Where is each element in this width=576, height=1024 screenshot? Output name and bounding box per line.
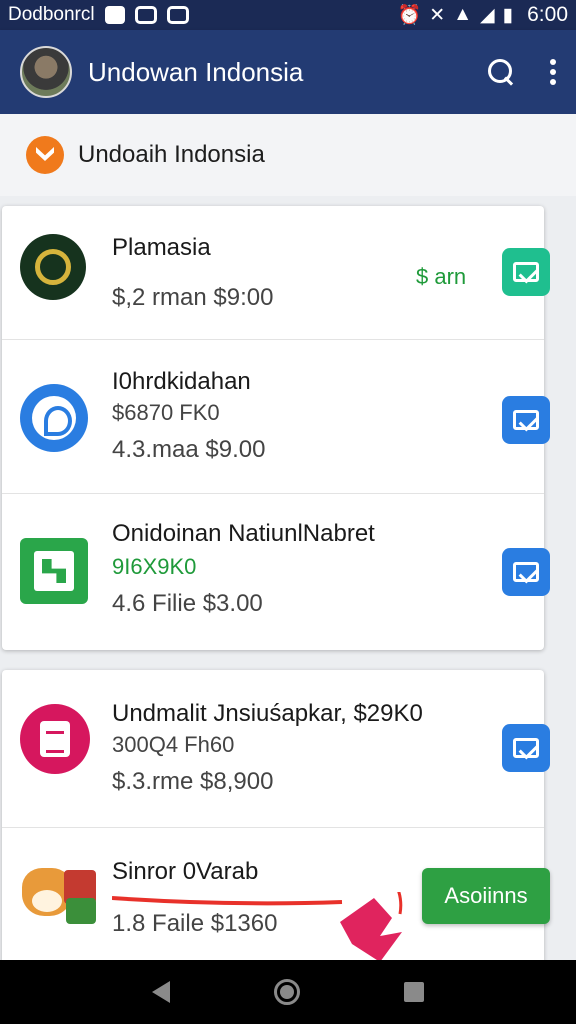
app-title: Undowan Indonsia <box>88 56 304 87</box>
section-title: Undoaih Indonsia <box>78 141 265 168</box>
notification-icon <box>104 6 125 24</box>
open-button[interactable] <box>502 724 550 772</box>
open-icon <box>513 410 539 430</box>
open-icon <box>513 738 539 758</box>
search-icon[interactable] <box>486 57 516 87</box>
app-bar: Undowan Indonsia <box>0 30 576 114</box>
list-item[interactable]: Plamasia $,2 rman $9:00 $ arn <box>2 206 550 340</box>
open-button[interactable] <box>502 548 550 596</box>
list-item[interactable]: Sinror 0Varab 1.8 Faile $1360 Asoiinns <box>2 828 550 970</box>
item-meta: 4.6 Filie $3.00 <box>112 590 263 617</box>
item-meta: $,2 rman $9:00 <box>112 284 274 311</box>
item-subtitle: 300Q4 Fh60 <box>112 732 235 757</box>
item-title: Undmalit Jnsiuśapkar, $29K0 <box>112 700 423 727</box>
list-item[interactable]: I0hrdkidahan $6870 FK0 4.3.maa $9.00 <box>2 340 550 494</box>
clock: 6:00 <box>527 3 568 26</box>
back-icon[interactable] <box>152 981 170 1003</box>
action-button[interactable]: Asoiinns <box>422 868 550 924</box>
navigation-bar <box>0 960 576 1024</box>
app-icon <box>20 704 90 774</box>
open-button[interactable] <box>502 248 550 296</box>
item-meta: 4.3.maa $9.00 <box>112 436 266 463</box>
message-icon <box>166 6 189 24</box>
battery-icon: ▮ <box>502 4 514 26</box>
more-options-icon[interactable] <box>550 59 556 85</box>
open-icon <box>513 562 539 582</box>
item-subtitle: $6870 FK0 <box>112 400 220 425</box>
wifi-icon: ▲ <box>453 4 473 25</box>
item-meta: 1.8 Faile $1360 <box>112 910 278 937</box>
brand-logo-icon <box>26 136 64 174</box>
status-bar: Dodbonrcl ⏰ ✕ ▲ ◢ ▮ 6:00 <box>0 0 576 30</box>
alarm-icon: ⏰ <box>397 5 422 26</box>
app-icon <box>20 384 90 454</box>
recents-icon[interactable] <box>404 982 424 1002</box>
app-icon <box>20 234 90 304</box>
item-title: Onidoinan NatiunlNabret <box>112 520 375 547</box>
carrier-label: Dodbonrcl <box>8 4 95 25</box>
mail-icon <box>134 6 157 24</box>
app-icon <box>20 538 90 608</box>
open-icon <box>513 262 539 282</box>
item-title: Sinror 0Varab <box>112 858 259 885</box>
home-icon[interactable] <box>274 979 300 1005</box>
section-header: Undoaih Indonsia <box>0 114 576 196</box>
open-button[interactable] <box>502 396 550 444</box>
bluetooth-icon: ✕ <box>429 4 446 26</box>
avatar[interactable] <box>20 46 72 98</box>
item-title: Plamasia <box>112 234 211 261</box>
list-item[interactable]: Undmalit Jnsiuśapkar, $29K0 300Q4 Fh60 $… <box>2 670 550 828</box>
list-item[interactable]: Onidoinan NatiunlNabret 9I6X9K0 4.6 Fili… <box>2 494 550 650</box>
signal-icon: ◢ <box>480 4 495 26</box>
fox-mascot-icon <box>20 858 96 928</box>
item-title: I0hrdkidahan <box>112 368 251 395</box>
list-card: Undmalit Jnsiuśapkar, $29K0 300Q4 Fh60 $… <box>2 670 550 970</box>
item-meta: $.3.rme $8,900 <box>112 768 274 795</box>
list-card: Plamasia $,2 rman $9:00 $ arn I0hrdkidah… <box>2 206 550 650</box>
item-price: $ arn <box>416 264 467 289</box>
item-subtitle: 9I6X9K0 <box>112 554 197 579</box>
